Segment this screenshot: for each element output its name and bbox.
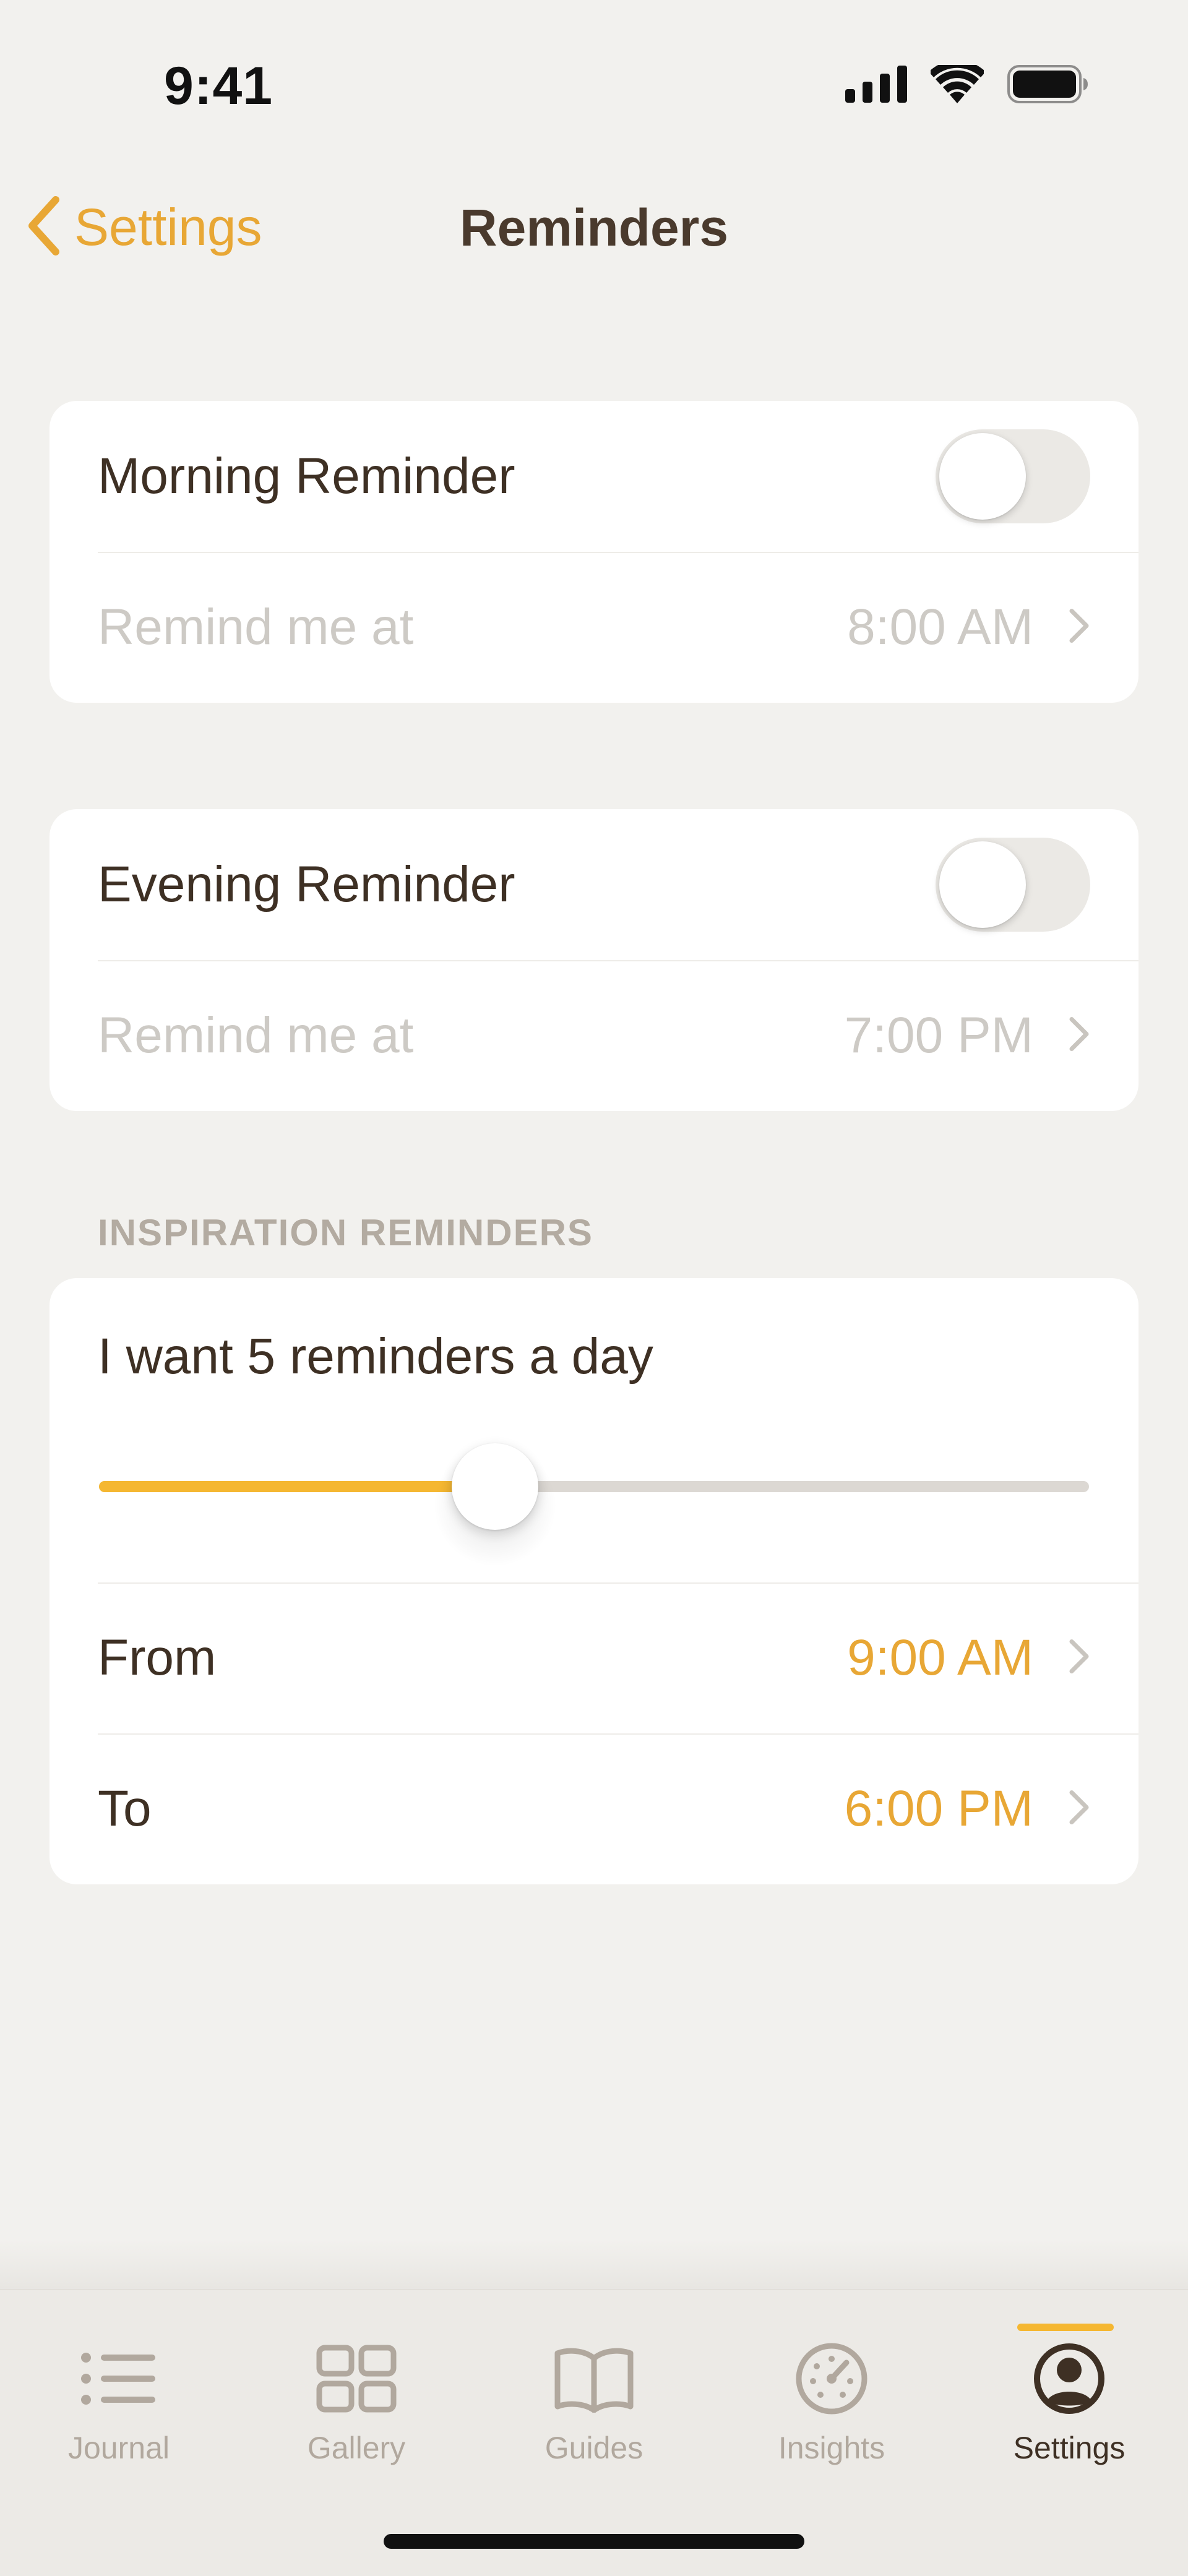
morning-reminder-toggle[interactable] bbox=[936, 429, 1090, 523]
tab-label: Journal bbox=[68, 2431, 170, 2465]
evening-reminder-card: Evening Reminder Remind me at 7:00 PM bbox=[50, 809, 1138, 1111]
morning-reminder-label: Morning Reminder bbox=[98, 448, 515, 504]
evening-remind-time: 7:00 PM bbox=[844, 1007, 1033, 1063]
book-icon bbox=[554, 2338, 634, 2419]
inspiration-reminders-card: I want 5 reminders a day From 9:00 AM To… bbox=[50, 1278, 1138, 1884]
evening-remind-time-row[interactable]: Remind me at 7:00 PM bbox=[50, 960, 1138, 1111]
tab-insights[interactable]: Insights bbox=[713, 2338, 950, 2481]
evening-reminder-toggle[interactable] bbox=[936, 838, 1090, 932]
tab-guides[interactable]: Guides bbox=[475, 2338, 713, 2481]
list-icon bbox=[79, 2338, 159, 2419]
chevron-right-icon bbox=[1068, 608, 1090, 648]
battery-icon bbox=[1007, 65, 1089, 106]
morning-remind-time: 8:00 AM bbox=[847, 599, 1033, 655]
tab-label: Guides bbox=[544, 2431, 644, 2465]
evening-reminder-label: Evening Reminder bbox=[98, 856, 515, 912]
to-time-row[interactable]: To 6:00 PM bbox=[50, 1733, 1138, 1884]
tab-label: Gallery bbox=[307, 2431, 406, 2465]
cellular-signal-icon bbox=[845, 66, 907, 106]
to-time: 6:00 PM bbox=[844, 1780, 1033, 1837]
page-title: Reminders bbox=[459, 199, 729, 257]
chevron-right-icon bbox=[1068, 1016, 1090, 1056]
status-time: 9:41 bbox=[164, 56, 273, 116]
status-icons bbox=[845, 60, 1089, 106]
tab-label: Insights bbox=[778, 2431, 885, 2465]
person-icon bbox=[1032, 2338, 1106, 2419]
active-tab-indicator bbox=[1017, 2324, 1114, 2331]
home-indicator[interactable] bbox=[384, 2534, 804, 2549]
tab-label: Settings bbox=[1013, 2431, 1126, 2465]
tab-bar-shade bbox=[0, 2239, 1188, 2289]
evening-remind-label: Remind me at bbox=[98, 1007, 414, 1063]
gauge-icon bbox=[794, 2338, 869, 2419]
tab-gallery[interactable]: Gallery bbox=[238, 2338, 475, 2481]
reminders-count-label: I want 5 reminders a day bbox=[98, 1328, 653, 1385]
chevron-right-icon bbox=[1068, 1638, 1090, 1678]
reminders-slider-track[interactable] bbox=[99, 1481, 1089, 1492]
from-label: From bbox=[98, 1629, 217, 1686]
toggle-knob bbox=[939, 841, 1026, 928]
morning-remind-time-row[interactable]: Remind me at 8:00 AM bbox=[50, 552, 1138, 703]
section-header-inspiration: INSPIRATION REMINDERS bbox=[98, 1212, 593, 1253]
morning-remind-label: Remind me at bbox=[98, 599, 414, 655]
divider bbox=[98, 960, 1138, 961]
tab-settings[interactable]: Settings bbox=[950, 2338, 1188, 2481]
status-bar: 9:41 bbox=[0, 0, 1188, 161]
tab-journal[interactable]: Journal bbox=[0, 2338, 238, 2481]
reminders-slider-knob[interactable] bbox=[452, 1443, 538, 1530]
wifi-icon bbox=[929, 60, 986, 106]
to-label: To bbox=[98, 1780, 152, 1837]
toggle-knob bbox=[939, 433, 1026, 520]
from-time-row[interactable]: From 9:00 AM bbox=[50, 1582, 1138, 1733]
chevron-right-icon bbox=[1068, 1789, 1090, 1829]
divider bbox=[98, 1582, 1138, 1584]
evening-reminder-row: Evening Reminder bbox=[50, 809, 1138, 960]
morning-reminder-row: Morning Reminder bbox=[50, 401, 1138, 552]
from-time: 9:00 AM bbox=[847, 1629, 1033, 1686]
morning-reminder-card: Morning Reminder Remind me at 8:00 AM bbox=[50, 401, 1138, 703]
divider bbox=[98, 1733, 1138, 1735]
divider bbox=[98, 552, 1138, 553]
grid-icon bbox=[316, 2338, 397, 2419]
